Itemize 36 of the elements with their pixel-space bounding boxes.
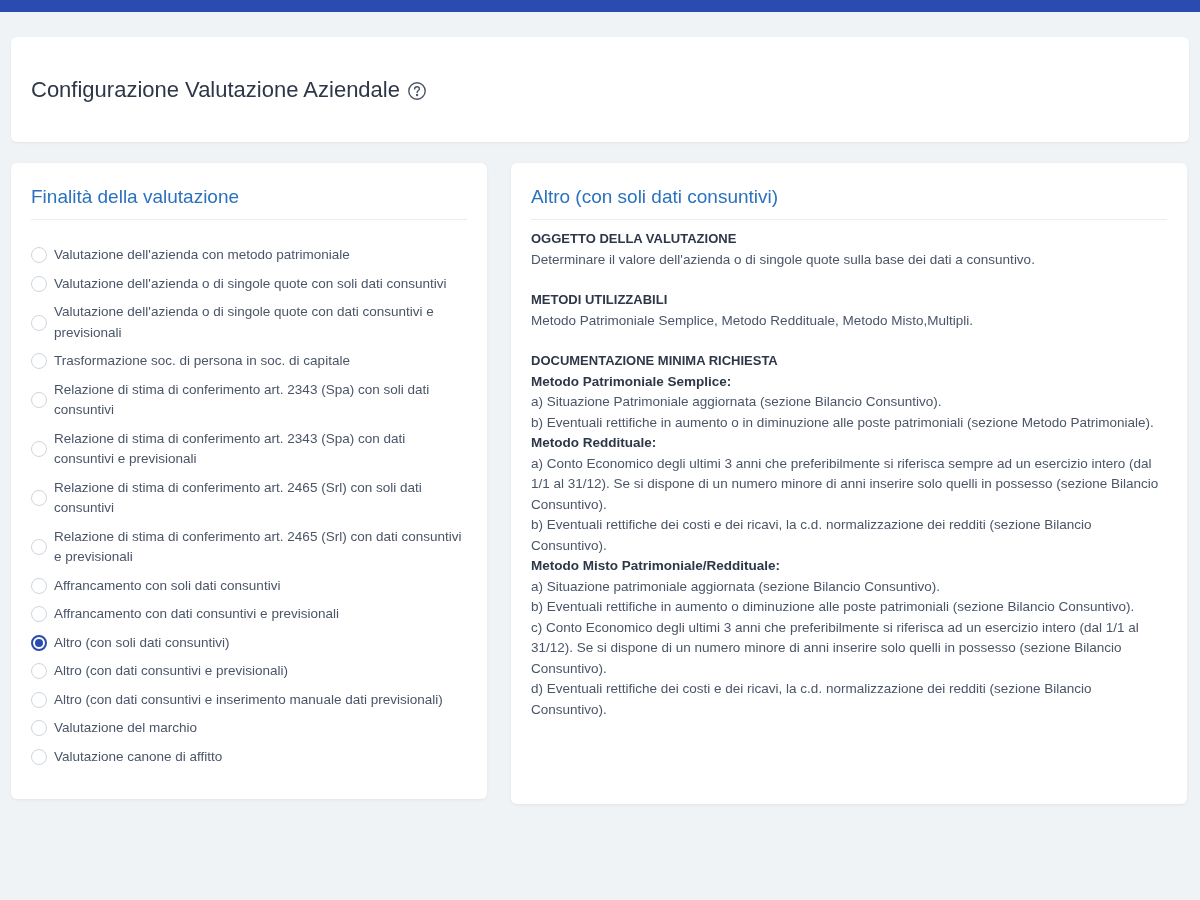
option-label[interactable]: Altro (con dati consuntivi e previsionali) — [54, 661, 289, 682]
page-title: Configurazione Valutazione Aziendale — [31, 75, 400, 104]
body-text: Metodo Patrimoniale Semplice, Metodo Reddituale, Metodo Misto,Multipli. — [531, 311, 974, 330]
body-text: a) Situazione Patrimoniale aggiornata (sezione Bilancio Consuntivo). — [531, 393, 943, 411]
panel-title: Finalità della valutazione — [31, 185, 241, 209]
radio-button[interactable] — [31, 634, 47, 651]
option-label[interactable]: Relazione di stima di conferimento art. 2343 (Spa) con dati consuntivi e previsionali — [54, 428, 467, 470]
option-label[interactable]: Altro (con soli dati consuntivi) — [54, 632, 230, 653]
body-text: Determinare il valore dell'azienda o di singole quote sulla base dei dati a consuntivo. — [531, 250, 1036, 269]
option-label[interactable]: Affrancamento con soli dati consuntivi — [54, 575, 281, 596]
body-text: b) Eventuali rettifiche dei costi e dei ricavi, la c.d. normalizzazione dei redditi (sezione Bilancio Consuntivo). — [531, 516, 1093, 555]
section-heading: METODI UTILIZZABILI — [531, 291, 669, 309]
body-text: a) Conto Economico degli ultimi 3 anni che preferibilmente si riferisca sempre ad un esercizio intero (dal 1/1 al 31/12). Se si dispone di un numero minore di anni inserire solo quelli in possesso (sezione Bilancio Consuntivo). — [531, 454, 1160, 514]
option-label[interactable]: Relazione di stima di conferimento art. 2465 (Srl) con dati consuntivi e previsionali — [54, 526, 467, 568]
option-label[interactable]: Valutazione del marchio — [54, 718, 198, 739]
option-label[interactable]: Trasformazione soc. di persona in soc. di capitale — [54, 351, 350, 372]
option-label[interactable]: Altro (con dati consuntivi e inserimento manuale dati previsionali) — [54, 689, 443, 710]
section-heading: OGGETTO DELLA VALUTAZIONE — [531, 230, 738, 248]
option-label[interactable]: Affrancamento con dati consuntivi e previsionali — [54, 604, 339, 625]
body-text: a) Situazione patrimoniale aggiornata (sezione Bilancio Consuntivo). — [531, 577, 941, 596]
method-title: Metodo Misto Patrimoniale/Reddituale: — [531, 557, 782, 575]
option-label[interactable]: Valutazione dell'azienda o di singole quote con soli dati consuntivi — [54, 273, 447, 294]
section-heading: DOCUMENTAZIONE MINIMA RICHIESTA — [531, 352, 779, 370]
option-label[interactable]: Valutazione dell'azienda o di singole quote con dati consuntivi e previsionali — [54, 302, 467, 343]
panel-title: Altro (con soli dati consuntivi) — [531, 185, 780, 209]
option-label[interactable]: Valutazione dell'azienda con metodo patrimoniale — [54, 245, 350, 266]
method-title: Metodo Reddituale: — [531, 434, 658, 452]
body-text: c) Conto Economico degli ultimi 3 anni che preferibilmente si riferisca ad un esercizio intero (dal 1/1 al 31/12). Se si dispone di un numero minore di anni inserire solo quelli in possesso (sezione Bilancio Consuntivo). — [531, 618, 1140, 678]
body-text: d) Eventuali rettifiche dei costi e dei ricavi, la c.d. normalizzazione dei redditi (sezione Bilancio Consuntivo). — [531, 680, 1093, 719]
body-text: b) Eventuali rettifiche in aumento o diminuzione alle poste patrimoniali (sezione Bilancio Consuntivo). — [531, 598, 1136, 616]
option-label[interactable]: Valutazione canone di affitto — [54, 746, 223, 767]
option-label[interactable]: Relazione di stima di conferimento art. 2465 (Srl) con soli dati consuntivi — [54, 477, 467, 519]
help-icon[interactable] — [407, 82, 426, 100]
option-label[interactable]: Relazione di stima di conferimento art. 2343 (Spa) con soli dati consuntivi — [54, 379, 467, 421]
method-title: Metodo Patrimoniale Semplice: — [531, 372, 733, 391]
body-text: b) Eventuali rettifiche in aumento o in diminuzione alle poste patrimoniali (sezione Metodo Patrimoniale). — [531, 413, 1155, 432]
